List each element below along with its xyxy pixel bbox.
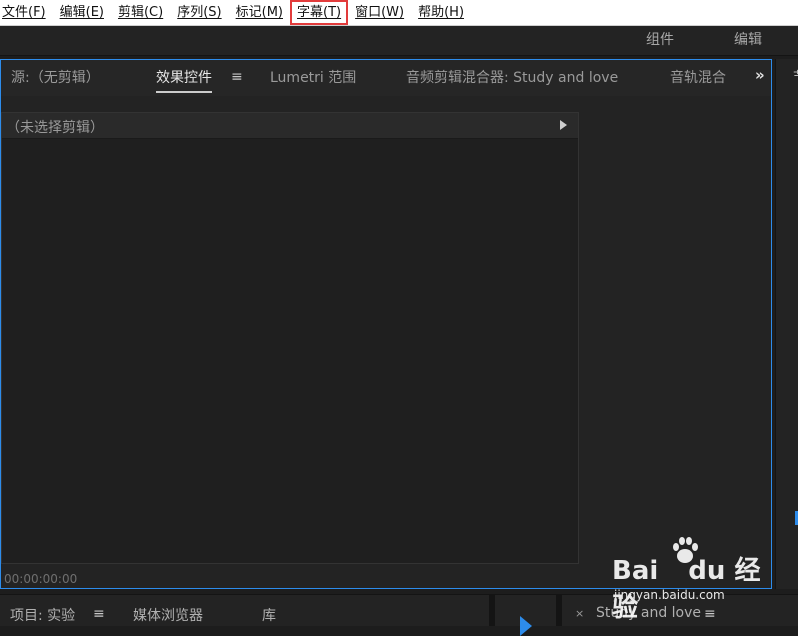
menu-bar: 文件(F) 编辑(E) 剪辑(C) 序列(S) 标记(M) 字幕(T) 窗口(W… xyxy=(0,0,798,26)
project-menu-icon[interactable]: ≡ xyxy=(93,606,105,622)
menu-clip[interactable]: 剪辑(C) xyxy=(111,0,170,25)
menu-window[interactable]: 窗口(W) xyxy=(348,0,411,25)
double-chevron-right-icon[interactable]: » xyxy=(755,66,765,84)
menu-sequence[interactable]: 序列(S) xyxy=(170,0,228,25)
panel-tab-bar: 源:（无剪辑） 效果控件 ≡ Lumetri 范围 音频剪辑混合器: Study… xyxy=(1,60,771,96)
tool-selection-icon[interactable] xyxy=(520,616,532,636)
workspace-tab-assembly[interactable]: 组件 xyxy=(646,26,674,55)
timecode-display[interactable]: 00:00:00:00 xyxy=(4,572,77,586)
tab-libraries[interactable]: 库 xyxy=(262,605,276,625)
tab-media-browser[interactable]: 媒体浏览器 xyxy=(133,605,203,625)
play-triangle-icon[interactable] xyxy=(560,120,567,130)
menu-file[interactable]: 文件(F) xyxy=(0,0,53,25)
paw-icon xyxy=(673,537,698,563)
tab-audio-clip-mixer[interactable]: 音频剪辑混合器: Study and love xyxy=(406,67,618,87)
panel-divider[interactable] xyxy=(556,595,562,626)
hamburger-icon[interactable]: ≡ xyxy=(231,69,243,85)
clip-header: （未选择剪辑） xyxy=(2,113,578,139)
tab-effect-controls[interactable]: 效果控件 xyxy=(156,67,212,93)
right-panel-tab[interactable]: 节 xyxy=(793,67,798,87)
tab-source[interactable]: 源:（无剪辑） xyxy=(11,67,100,87)
workspace-tab-editing[interactable]: 编辑 xyxy=(734,26,762,55)
no-clip-selected-label: （未选择剪辑） xyxy=(6,120,104,136)
panel-divider[interactable] xyxy=(489,595,495,626)
menu-marker[interactable]: 标记(M) xyxy=(229,0,290,25)
close-icon[interactable]: × xyxy=(575,607,584,620)
baidu-jingyan-watermark: Bai du 经验 jingyan.baidu.com xyxy=(612,536,762,623)
effect-controls-area: （未选择剪辑） xyxy=(1,112,579,564)
menu-edit[interactable]: 编辑(E) xyxy=(53,0,111,25)
effect-controls-panel: 源:（无剪辑） 效果控件 ≡ Lumetri 范围 音频剪辑混合器: Study… xyxy=(0,59,772,589)
tab-audio-track-mixer[interactable]: 音轨混合 xyxy=(670,67,728,87)
menu-title[interactable]: 字幕(T) xyxy=(290,0,349,25)
menu-help[interactable]: 帮助(H) xyxy=(411,0,471,25)
tab-lumetri-scopes[interactable]: Lumetri 范围 xyxy=(270,67,356,87)
right-panel-strip: 节 xyxy=(775,59,798,589)
tab-project[interactable]: 项目: 实验 xyxy=(10,605,75,625)
watermark-domain: jingyan.baidu.com xyxy=(614,588,725,602)
workspace-bar: 组件 编辑 xyxy=(0,26,798,56)
